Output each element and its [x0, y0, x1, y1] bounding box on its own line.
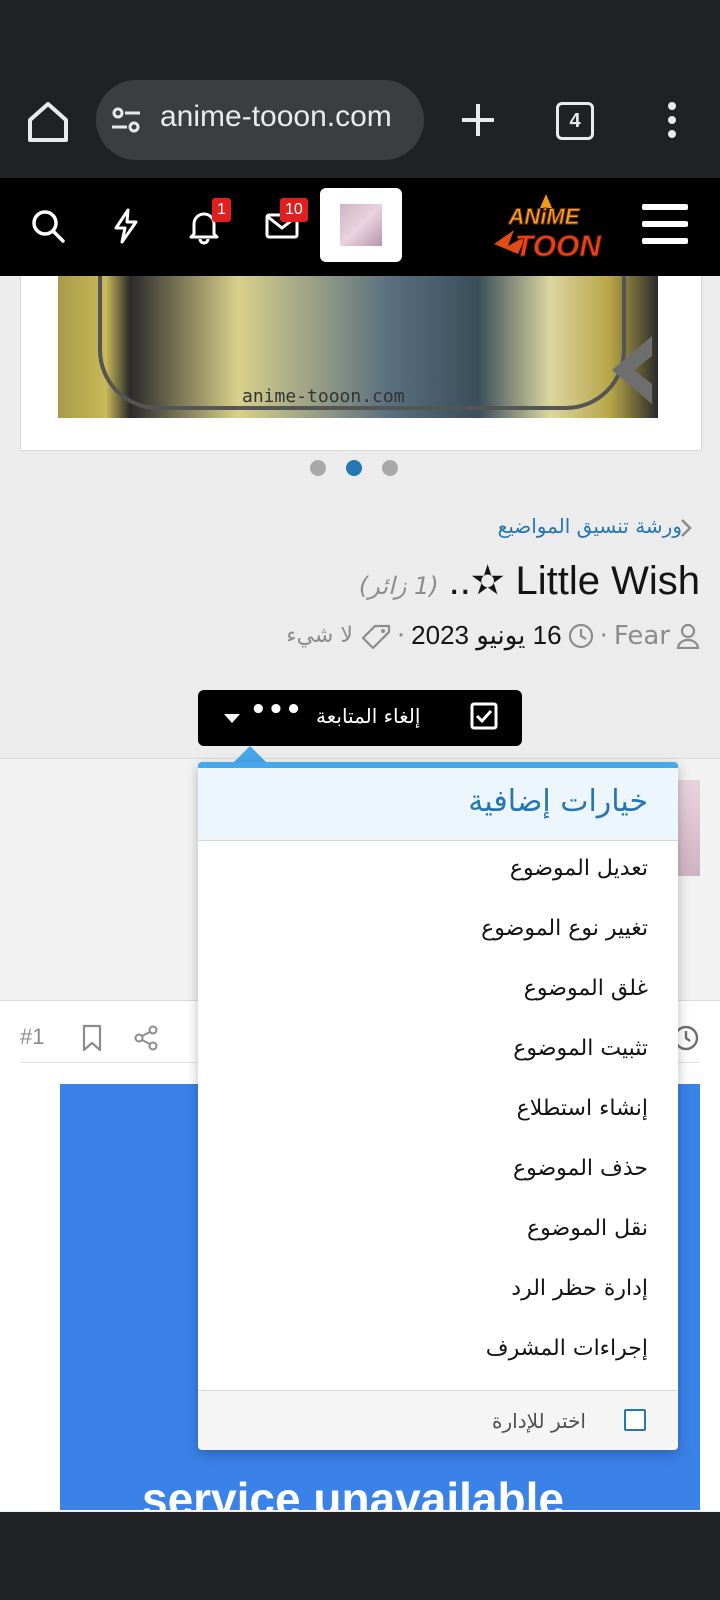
- select-for-moderation-checkbox[interactable]: [624, 1409, 646, 1431]
- thread-tags: لا شيء: [286, 623, 353, 648]
- status-bar: [0, 0, 720, 78]
- meta-separator: ·: [599, 620, 608, 651]
- svg-text:TOON: TOON: [515, 230, 602, 263]
- thread-author[interactable]: Fear: [614, 621, 670, 651]
- menu-item-move-thread[interactable]: نقل الموضوع: [527, 1216, 648, 1241]
- system-navigation-bar: [0, 1512, 720, 1600]
- slider-dot-active[interactable]: [346, 460, 362, 476]
- menu-item-moderator-actions[interactable]: إجراءات المشرف: [486, 1336, 648, 1361]
- thread-title: ..✫ Little Wish (1 زائر): [359, 558, 700, 604]
- breadcrumb[interactable]: ورشة تنسيق المواضيع: [498, 514, 682, 538]
- bookmark-icon[interactable]: [80, 1024, 104, 1052]
- menu-item-edit-thread[interactable]: تعديل الموضوع: [510, 856, 648, 881]
- slider-dot[interactable]: [310, 460, 326, 476]
- slider-dot[interactable]: [382, 460, 398, 476]
- lightning-icon[interactable]: [106, 206, 146, 246]
- site-settings-icon[interactable]: [110, 104, 142, 136]
- menu-item-reply-bans[interactable]: إدارة حظر الرد: [511, 1276, 648, 1301]
- home-icon[interactable]: [24, 98, 72, 146]
- slider-watermark: anime-tooon.com: [242, 386, 405, 407]
- url-text[interactable]: anime-tooon.com: [160, 100, 392, 134]
- messages-badge: 10: [280, 198, 308, 222]
- more-options-dropdown: خيارات إضافية تعديل الموضوع تغيير نوع ال…: [198, 762, 678, 1450]
- svg-text:ANiME: ANiME: [508, 204, 581, 229]
- dropdown-header: خيارات إضافية: [198, 768, 678, 841]
- user-icon: [676, 623, 700, 649]
- meta-separator: ·: [396, 620, 406, 651]
- menu-item-create-poll[interactable]: إنشاء استطلاع: [517, 1096, 648, 1121]
- select-for-moderation-label[interactable]: اختر للإدارة: [492, 1409, 586, 1433]
- menu-item-lock-thread[interactable]: غلق الموضوع: [524, 976, 648, 1001]
- tab-count: 4: [556, 102, 594, 140]
- hamburger-menu-icon[interactable]: [642, 204, 688, 244]
- post-number[interactable]: #1: [20, 1024, 44, 1050]
- menu-item-stick-thread[interactable]: تثبيت الموضوع: [513, 1036, 648, 1061]
- visitor-count: (1 زائر): [358, 572, 439, 600]
- clock-icon: [568, 623, 593, 648]
- thread-meta: Fear · 16 يونيو 2023 · لا شيء: [286, 620, 700, 651]
- slider-image[interactable]: anime-tooon.com: [58, 276, 658, 418]
- dropdown-title: خيارات إضافية: [468, 784, 648, 819]
- notifications-badge: 1: [212, 198, 231, 222]
- thread-title-text: ..✫ Little Wish: [448, 559, 700, 603]
- new-tab-icon[interactable]: [454, 96, 502, 144]
- address-bar[interactable]: anime-tooon.com: [96, 80, 424, 160]
- search-icon[interactable]: [28, 206, 68, 246]
- tags-icon: [361, 624, 391, 649]
- menu-item-delete-thread[interactable]: حذف الموضوع: [513, 1156, 648, 1181]
- unwatch-button[interactable]: إلغاء المتابعة: [316, 704, 420, 728]
- browser-menu-icon[interactable]: [656, 96, 688, 144]
- caret-down-icon[interactable]: [224, 714, 240, 723]
- slider-prev-arrow-icon[interactable]: [602, 330, 658, 410]
- more-options-icon[interactable]: •••: [250, 697, 303, 723]
- thread-date[interactable]: 16 يونيو 2023: [411, 620, 561, 651]
- menu-item-change-thread-type[interactable]: تغيير نوع الموضوع: [481, 916, 648, 941]
- dropdown-pointer: [234, 746, 266, 762]
- user-avatar-button[interactable]: [320, 188, 402, 262]
- checkbox-checked-icon[interactable]: [470, 702, 498, 730]
- avatar: [340, 204, 382, 246]
- post-avatar[interactable]: [678, 780, 700, 876]
- tab-switcher-button[interactable]: 4: [552, 98, 596, 142]
- watch-button-group: إلغاء المتابعة •••: [198, 690, 522, 746]
- post-image-text: service unavailable: [142, 1473, 564, 1510]
- site-logo[interactable]: ANiME TOON: [486, 190, 606, 266]
- dropdown-footer: اختر للإدارة: [198, 1390, 678, 1450]
- share-icon[interactable]: [132, 1024, 160, 1052]
